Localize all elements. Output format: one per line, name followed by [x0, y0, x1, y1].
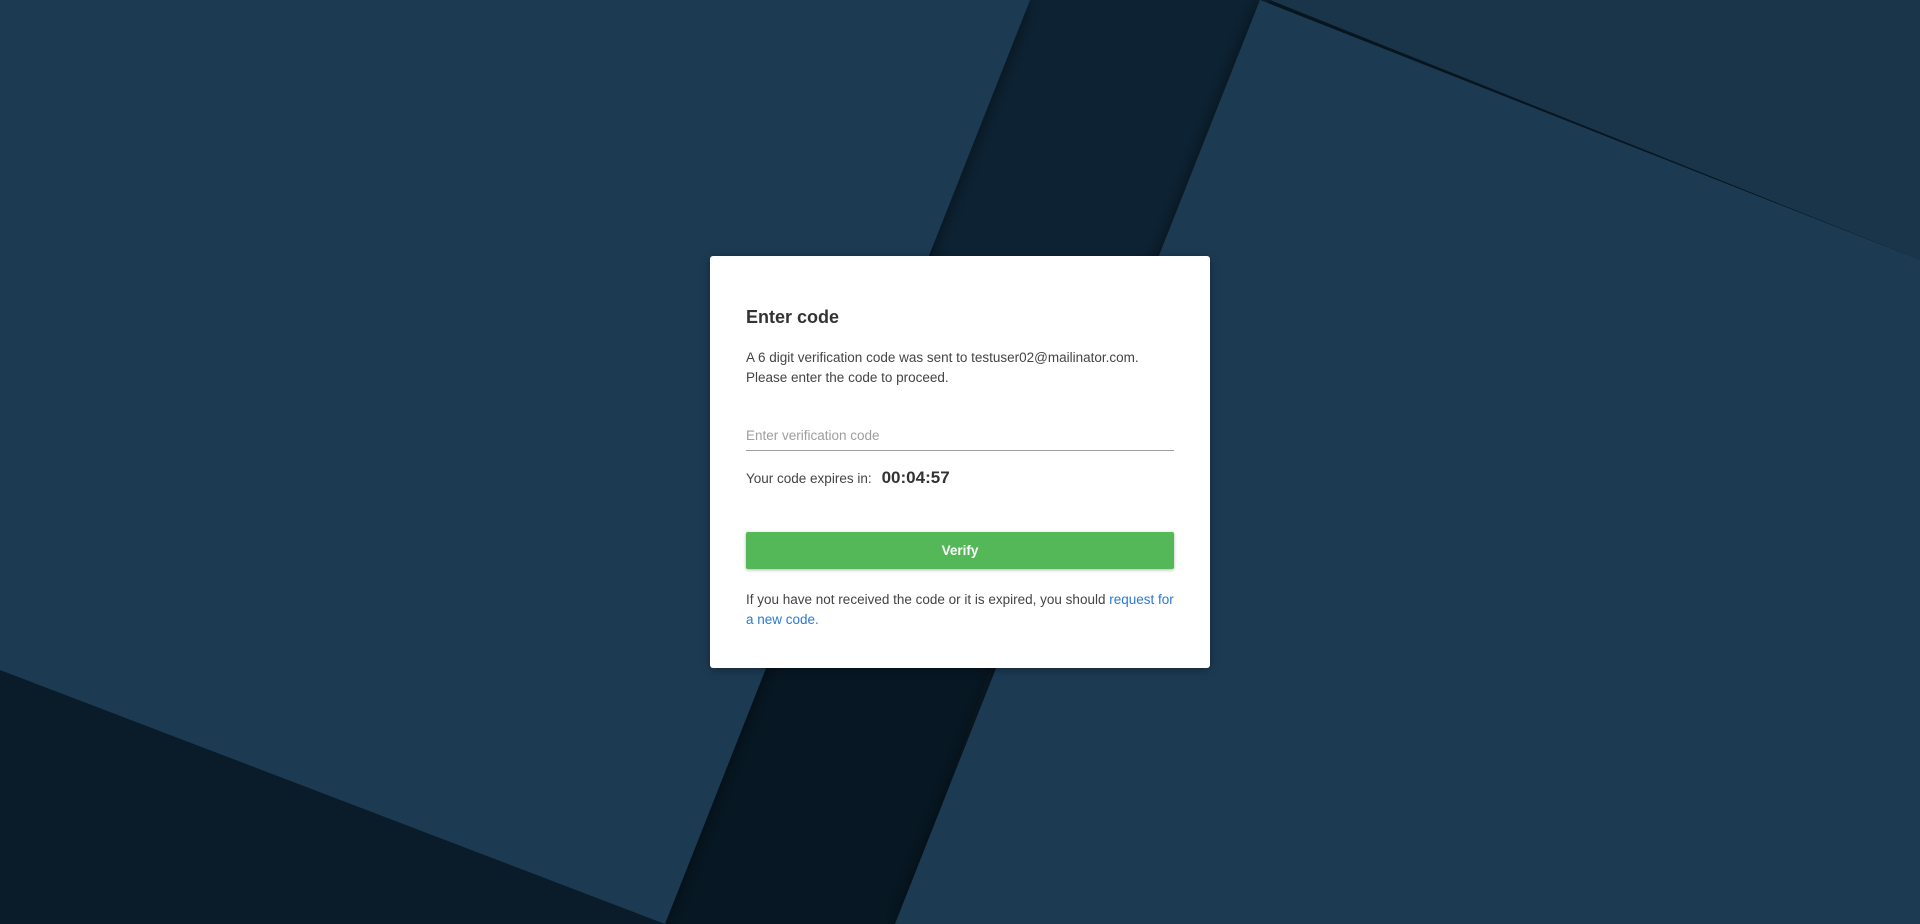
instruction-text: A 6 digit verification code was sent to …	[746, 348, 1176, 388]
verify-button[interactable]: Verify	[746, 532, 1174, 569]
instruction-line-1: A 6 digit verification code was sent to …	[746, 350, 1139, 365]
resend-note: If you have not received the code or it …	[746, 590, 1178, 630]
verification-code-input[interactable]	[746, 420, 1174, 451]
page-title: Enter code	[746, 307, 840, 327]
expiry-label: Your code expires in:	[746, 471, 872, 486]
expiry-row: Your code expires in: 00:04:57	[746, 468, 950, 488]
verification-card: Enter code A 6 digit verification code w…	[710, 256, 1210, 668]
resend-note-text: If you have not received the code or it …	[746, 592, 1110, 607]
countdown-timer: 00:04:57	[881, 468, 950, 487]
instruction-line-2: Please enter the code to proceed.	[746, 370, 949, 385]
